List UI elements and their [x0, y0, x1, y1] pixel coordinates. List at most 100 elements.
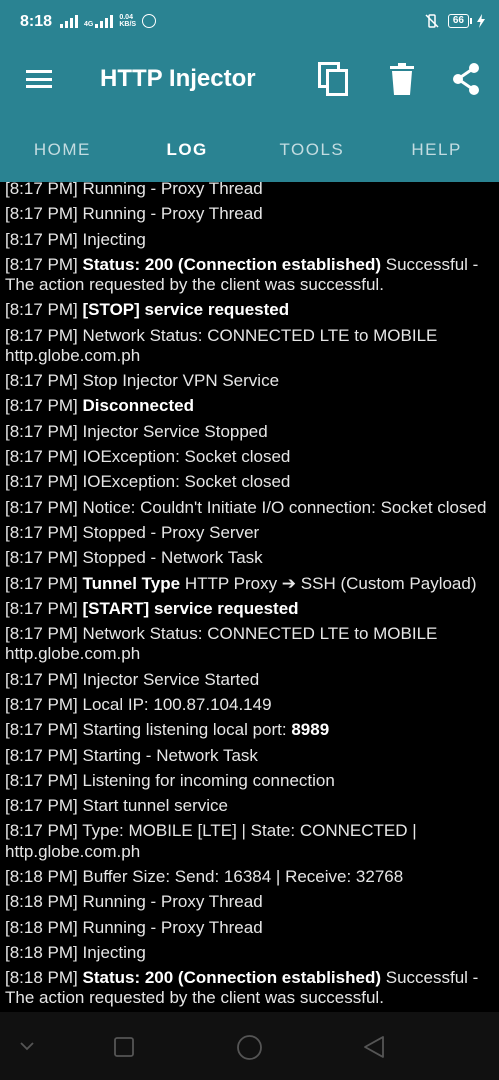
log-timestamp: [8:17 PM] [5, 447, 78, 467]
log-timestamp: [8:17 PM] [5, 770, 78, 790]
share-icon[interactable] [450, 62, 482, 96]
log-entry: [8:18 PM] Running - Proxy Thread [5, 918, 497, 943]
log-entry: [8:17 PM] Network Status: CONNECTED LTE … [5, 624, 497, 670]
log-message: Injecting [82, 942, 146, 962]
log-timestamp: [8:17 PM] [5, 472, 78, 492]
charging-icon [477, 14, 485, 28]
log-timestamp: [8:17 PM] [5, 624, 78, 644]
log-timestamp: [8:17 PM] [5, 371, 78, 391]
back-icon[interactable] [362, 1035, 386, 1059]
log-entry: [8:17 PM] Tunnel Type HTTP Proxy ➔ SSH (… [5, 574, 497, 599]
log-timestamp: [8:17 PM] [5, 204, 78, 224]
log-message: Notice: Couldn't Initiate I/O connection… [82, 497, 487, 517]
log-timestamp: [8:17 PM] [5, 300, 78, 320]
log-entry: [8:17 PM] Type: MOBILE [LTE] | State: CO… [5, 821, 497, 867]
log-timestamp: [8:17 PM] [5, 694, 78, 714]
chevron-down-icon[interactable] [18, 1040, 36, 1052]
log-entry: [8:17 PM] Starting - Network Task [5, 746, 497, 771]
log-entry: [8:17 PM] Starting listening local port:… [5, 720, 497, 745]
log-entry: [8:17 PM] [START] service requested [5, 599, 497, 624]
log-entry: [8:17 PM] IOException: Socket closed [5, 472, 497, 497]
log-emphasis: Disconnected [82, 396, 194, 416]
log-entry: [8:17 PM] Stop Injector VPN Service [5, 371, 497, 396]
log-entry: [8:17 PM] Injector Service Stopped [5, 422, 497, 447]
log-entry: [8:17 PM] Listening for incoming connect… [5, 771, 497, 796]
log-timestamp: [8:18 PM] [5, 942, 78, 962]
network-type: 4G [84, 21, 94, 28]
signal-icon [60, 14, 78, 28]
log-timestamp: [8:17 PM] [5, 821, 78, 841]
log-timestamp: [8:17 PM] [5, 548, 78, 568]
log-timestamp: [8:17 PM] [5, 497, 78, 517]
recents-icon[interactable] [113, 1036, 135, 1058]
app-title: HTTP Injector [100, 65, 256, 92]
log-panel[interactable]: [8:17 PM] Running - Proxy Thread [8:17 PM… [0, 182, 499, 1012]
log-timestamp: [8:18 PM] [5, 968, 78, 988]
log-timestamp: [8:17 PM] [5, 522, 78, 542]
mobile-data-icon: 4G [84, 14, 114, 28]
log-message: Injector Service Stopped [82, 421, 268, 441]
log-timestamp: [8:17 PM] [5, 669, 78, 689]
log-timestamp: [8:17 PM] [5, 229, 78, 249]
log-entry: [8:17 PM] Notice: Couldn't Initiate I/O … [5, 498, 497, 523]
log-message: IOException: Socket closed [82, 447, 291, 467]
log-entry: [8:17 PM] Disconnected [5, 396, 497, 421]
log-message: Running - Proxy Thread [82, 182, 263, 198]
log-entry: [8:17 PM] Running - Proxy Thread [5, 182, 497, 204]
home-icon[interactable] [236, 1034, 263, 1061]
app-bar: HTTP Injector [0, 40, 499, 118]
tab-tools[interactable]: TOOLS [250, 118, 375, 182]
log-timestamp: [8:18 PM] [5, 866, 78, 886]
log-timestamp: [8:17 PM] [5, 720, 78, 740]
log-message: Local IP: 100.87.104.149 [82, 694, 272, 714]
menu-icon[interactable] [26, 70, 52, 88]
log-message: Injecting [82, 229, 146, 249]
log-message: HTTP Proxy ➔ SSH (Custom Payload) [184, 573, 477, 593]
log-entry: [8:17 PM] Injector Service Started [5, 670, 497, 695]
log-emphasis: Status: 200 (Connection established) [82, 968, 382, 988]
log-entry: [8:18 PM] Injecting [5, 943, 497, 968]
battery-level: 66 [452, 15, 464, 26]
log-timestamp: [8:17 PM] [5, 573, 78, 593]
network-speed: 0.04 KB/S [119, 14, 136, 28]
log-emphasis: [START] service requested [82, 598, 299, 618]
log-timestamp: [8:18 PM] [5, 892, 78, 912]
battery-icon: 66 [447, 14, 473, 28]
log-timestamp: [8:18 PM] [5, 917, 78, 937]
copy-icon[interactable] [318, 62, 350, 96]
log-timestamp: [8:17 PM] [5, 396, 78, 416]
delete-icon[interactable] [386, 62, 418, 96]
log-entry: [8:17 PM] Start tunnel service [5, 796, 497, 821]
log-entry: [8:17 PM] Injecting [5, 230, 497, 255]
log-message: Starting listening local port: [82, 720, 287, 740]
tab-bar: HOME LOG TOOLS HELP [0, 118, 499, 182]
log-message: Stop Injector VPN Service [82, 371, 280, 391]
log-entry: [8:17 PM] Stopped - Proxy Server [5, 523, 497, 548]
status-left-icons: 4G 0.04 KB/S [60, 14, 157, 28]
log-entry: [8:18 PM] Status: 200 (Connection establ… [5, 968, 497, 1012]
log-timestamp: [8:17 PM] [5, 745, 78, 765]
log-emphasis: [STOP] service requested [82, 300, 290, 320]
tab-home[interactable]: HOME [0, 118, 125, 182]
log-message: Running - Proxy Thread [82, 204, 263, 224]
log-list: [8:17 PM] Running - Proxy Thread [8:17 PM… [5, 182, 497, 1012]
log-message: Running - Proxy Thread [82, 892, 263, 912]
status-right-icons: 66 [424, 13, 485, 29]
log-message: Buffer Size: Send: 16384 | Receive: 3276… [82, 866, 404, 886]
log-timestamp: [8:17 PM] [5, 182, 78, 198]
log-message: Listening for incoming connection [82, 770, 335, 790]
tab-log[interactable]: LOG [125, 118, 250, 182]
log-timestamp: [8:17 PM] [5, 598, 78, 618]
log-emphasis: 8989 [291, 720, 330, 740]
log-timestamp: [8:17 PM] [5, 796, 78, 816]
speed-value: 0.04 [119, 14, 133, 21]
log-message: IOException: Socket closed [82, 472, 291, 492]
tab-help[interactable]: HELP [374, 118, 499, 182]
vibrate-mute-icon [425, 14, 439, 28]
log-message: Starting - Network Task [82, 745, 258, 765]
log-entry: [8:17 PM] Status: 200 (Connection establ… [5, 255, 497, 301]
log-entry: [8:18 PM] Running - Proxy Thread [5, 892, 497, 917]
log-entry: [8:17 PM] IOException: Socket closed [5, 447, 497, 472]
log-message: Injector Service Started [82, 669, 260, 689]
log-message: Start tunnel service [82, 796, 229, 816]
